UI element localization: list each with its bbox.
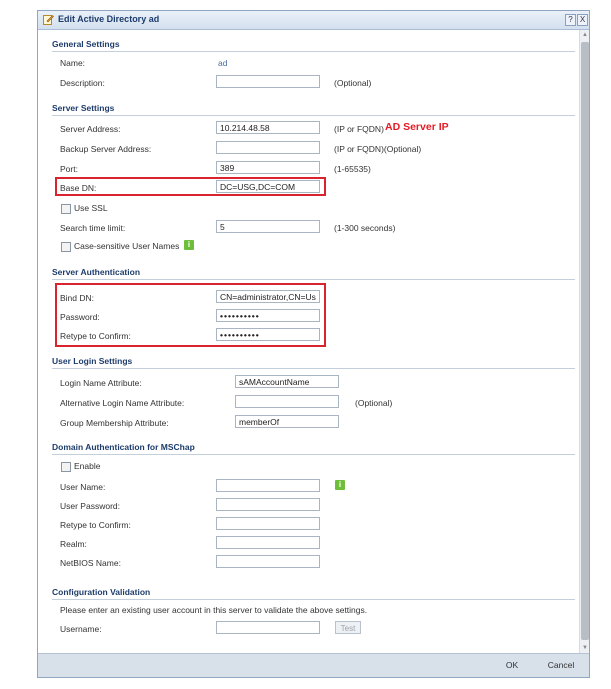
mschap-user-password-input[interactable] [216,498,320,511]
case-sensitive-label: Case-sensitive User Names [74,241,180,251]
retype-password-label: Retype to Confirm: [60,331,131,341]
name-value: ad [218,58,228,68]
user-login-settings-heading: User Login Settings [52,356,133,366]
configuration-validation-heading: Configuration Validation [52,587,151,597]
cancel-button[interactable]: Cancel [538,659,584,672]
divider [52,51,575,52]
alternative-login-attribute-label: Alternative Login Name Attribute: [60,398,185,408]
backup-server-input[interactable] [216,141,320,154]
mschap-user-name-input[interactable] [216,479,320,492]
mschap-heading: Domain Authentication for MSChap [52,442,195,452]
dialog-footer: OK Cancel [38,653,589,677]
dialog-titlebar: Edit Active Directory ad ? X [38,11,589,30]
general-settings-heading: General Settings [52,39,120,49]
netbios-name-input[interactable] [216,555,320,568]
vertical-scrollbar[interactable]: ▲ ▼ [579,30,589,653]
password-label: Password: [60,312,100,322]
divider [52,454,575,455]
info-icon[interactable]: i [335,480,345,490]
help-button[interactable]: ? [565,14,576,26]
alternative-login-attribute-hint: (Optional) [355,398,393,408]
ad-server-ip-annotation: AD Server IP [385,121,449,133]
edit-icon [43,15,54,25]
server-address-input[interactable]: 10.214.48.58 [216,121,320,134]
name-label: Name: [60,58,86,68]
scroll-down-icon[interactable]: ▼ [580,643,589,653]
description-hint: (Optional) [334,78,372,88]
server-authentication-heading: Server Authentication [52,267,141,277]
group-membership-attribute-label: Group Membership Attribute: [60,418,169,428]
dialog-content: General Settings Name: ad Description: (… [38,30,579,653]
search-time-limit-label: Search time limit: [60,223,126,233]
dialog-title: Edit Active Directory ad [58,14,160,24]
netbios-name-label: NetBIOS Name: [60,558,121,568]
server-address-label: Server Address: [60,124,121,134]
validation-username-input[interactable] [216,621,320,634]
divider [52,279,575,280]
scroll-up-icon[interactable]: ▲ [580,30,589,40]
search-time-limit-input[interactable]: 5 [216,220,320,233]
case-sensitive-checkbox[interactable] [61,242,71,252]
password-input[interactable]: •••••••••• [216,309,320,322]
login-name-attribute-label: Login Name Attribute: [60,378,142,388]
server-address-hint: (IP or FQDN) [334,124,384,134]
enable-mschap-checkbox[interactable] [61,462,71,472]
mschap-user-name-label: User Name: [60,482,106,492]
validation-instruction: Please enter an existing user account in… [60,605,368,615]
search-time-limit-hint: (1-300 seconds) [334,223,396,233]
port-label: Port: [60,164,78,174]
server-settings-heading: Server Settings [52,103,115,113]
retype-password-input[interactable]: •••••••••• [216,328,320,341]
edit-active-directory-dialog: Edit Active Directory ad ? X General Set… [37,10,590,678]
description-label: Description: [60,78,105,88]
ok-button[interactable]: OK [493,659,531,672]
bind-dn-label: Bind DN: [60,293,95,303]
bind-dn-input[interactable]: CN=administrator,CN=Us [216,290,320,303]
use-ssl-checkbox[interactable] [61,204,71,214]
divider [52,368,575,369]
validation-username-label: Username: [60,624,102,634]
port-hint: (1-65535) [334,164,371,174]
base-dn-input[interactable]: DC=USG,DC=COM [216,180,320,193]
login-name-attribute-input[interactable]: sAMAccountName [235,375,339,388]
realm-input[interactable] [216,536,320,549]
mschap-user-password-label: User Password: [60,501,120,511]
alternative-login-attribute-input[interactable] [235,395,339,408]
port-input[interactable]: 389 [216,161,320,174]
mschap-retype-label: Retype to Confirm: [60,520,131,530]
base-dn-label: Base DN: [60,183,97,193]
enable-mschap-label: Enable [74,461,101,471]
test-button[interactable]: Test [335,621,361,634]
scrollbar-thumb[interactable] [581,42,589,640]
use-ssl-label: Use SSL [74,203,108,213]
mschap-retype-input[interactable] [216,517,320,530]
realm-label: Realm: [60,539,87,549]
divider [52,599,575,600]
info-icon[interactable]: i [184,240,194,250]
group-membership-attribute-input[interactable]: memberOf [235,415,339,428]
backup-server-label: Backup Server Address: [60,144,152,154]
divider [52,115,575,116]
backup-server-hint: (IP or FQDN)(Optional) [334,144,422,154]
close-button[interactable]: X [577,14,588,26]
description-input[interactable] [216,75,320,88]
